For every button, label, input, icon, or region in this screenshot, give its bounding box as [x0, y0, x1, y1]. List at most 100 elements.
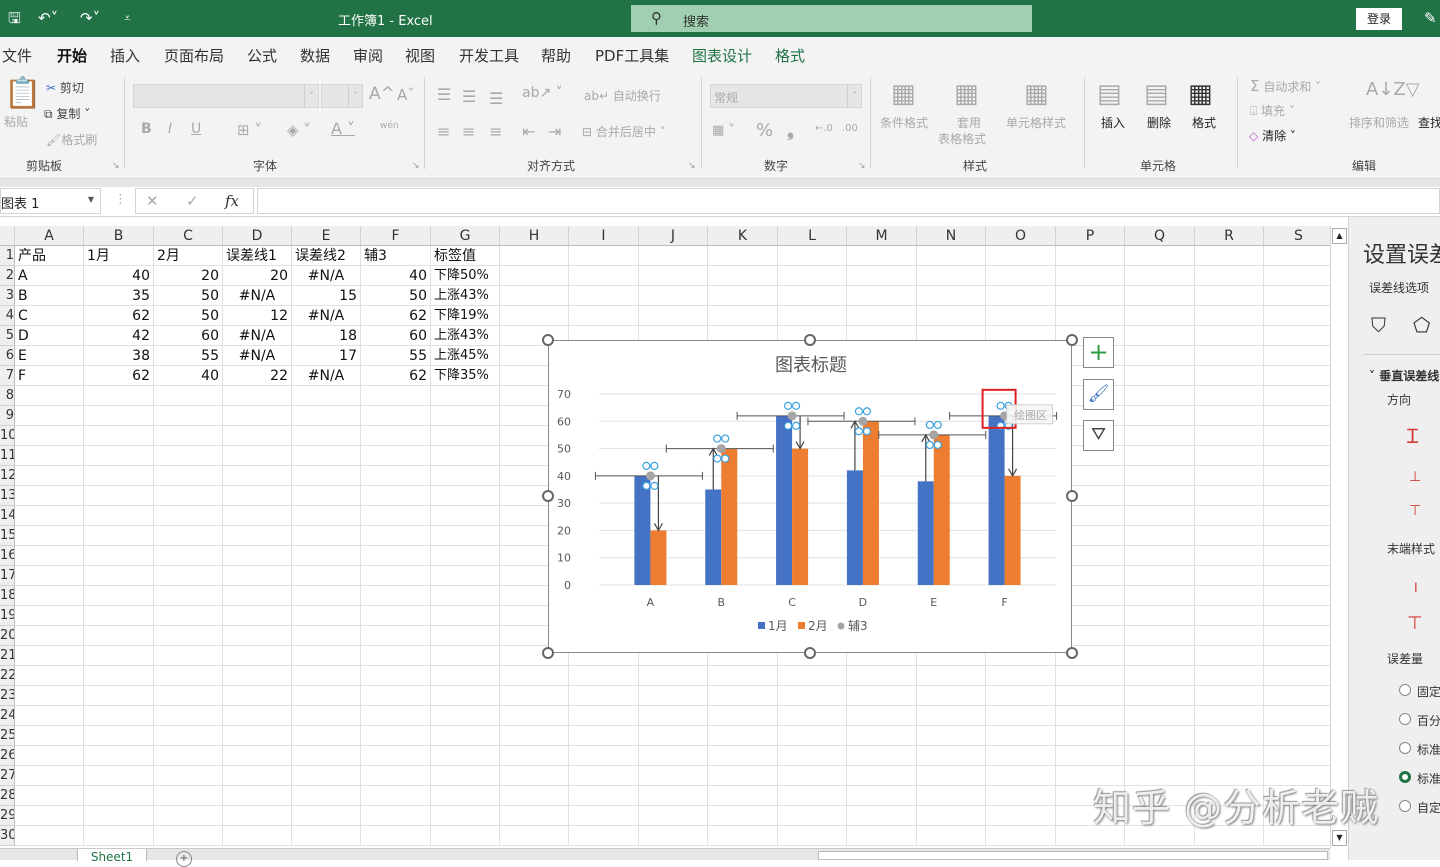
- cell[interactable]: [223, 546, 292, 566]
- shrink-font-button[interactable]: Aˇ: [397, 86, 415, 104]
- tab-format[interactable]: 格式: [775, 45, 805, 66]
- cell[interactable]: [639, 766, 708, 786]
- cell[interactable]: [569, 706, 639, 726]
- row-header[interactable]: 9: [0, 406, 15, 426]
- cell[interactable]: [708, 706, 778, 726]
- wrap-text-button[interactable]: ab↵ 自动换行: [584, 87, 661, 104]
- cell[interactable]: [778, 666, 847, 686]
- cell[interactable]: [361, 786, 431, 806]
- cell[interactable]: [917, 286, 986, 306]
- cell[interactable]: [569, 786, 639, 806]
- cell[interactable]: [778, 266, 847, 286]
- cell[interactable]: [431, 446, 500, 466]
- cell[interactable]: [500, 746, 569, 766]
- cell[interactable]: [292, 826, 361, 846]
- cell[interactable]: [292, 706, 361, 726]
- cell[interactable]: [1264, 346, 1330, 366]
- cell[interactable]: [1264, 266, 1330, 286]
- resize-handle[interactable]: [1066, 647, 1078, 659]
- cell[interactable]: [1125, 546, 1195, 566]
- cell[interactable]: [154, 606, 223, 626]
- cell[interactable]: [1195, 606, 1264, 626]
- cell[interactable]: [361, 586, 431, 606]
- cell[interactable]: [154, 386, 223, 406]
- cell[interactable]: [778, 826, 847, 846]
- cell[interactable]: [1195, 366, 1264, 386]
- error-amount-radio[interactable]: [1399, 800, 1411, 812]
- fill-button[interactable]: ⍗ 填充 ˅: [1250, 102, 1295, 119]
- cell[interactable]: 辅3: [361, 246, 431, 266]
- cell[interactable]: [639, 686, 708, 706]
- error-amount-option[interactable]: 标准误差: [1417, 770, 1440, 787]
- error-amount-radio[interactable]: [1399, 771, 1411, 783]
- cell[interactable]: [15, 466, 84, 486]
- cell[interactable]: [1264, 726, 1330, 746]
- cell[interactable]: [1125, 246, 1195, 266]
- cell[interactable]: [84, 506, 154, 526]
- cell[interactable]: [847, 246, 917, 266]
- cell[interactable]: [847, 666, 917, 686]
- cell[interactable]: [1264, 286, 1330, 306]
- cell[interactable]: [1264, 446, 1330, 466]
- cell[interactable]: [15, 446, 84, 466]
- cell[interactable]: [154, 766, 223, 786]
- format-as-table-icon[interactable]: ▦: [954, 79, 979, 109]
- cell[interactable]: 下降19%: [431, 306, 500, 326]
- accounting-icon[interactable]: ▦ ˅: [712, 123, 735, 138]
- cell[interactable]: 误差线1: [223, 246, 292, 266]
- cell[interactable]: [986, 746, 1056, 766]
- cell[interactable]: [1195, 266, 1264, 286]
- cell[interactable]: [292, 526, 361, 546]
- cell[interactable]: [84, 626, 154, 646]
- cell[interactable]: F: [15, 366, 84, 386]
- cell[interactable]: [569, 726, 639, 746]
- row-header[interactable]: 16: [0, 546, 15, 566]
- cell[interactable]: 下降50%: [431, 266, 500, 286]
- cell[interactable]: [986, 766, 1056, 786]
- confirm-icon[interactable]: ✓: [186, 192, 199, 210]
- cell[interactable]: #N/A: [223, 326, 292, 346]
- cell[interactable]: 12: [223, 306, 292, 326]
- cell[interactable]: [223, 806, 292, 826]
- cell[interactable]: [1056, 306, 1125, 326]
- align-center-icon[interactable]: ≡: [462, 122, 475, 141]
- cell[interactable]: [1264, 406, 1330, 426]
- error-amount-option[interactable]: 固定值: [1417, 683, 1440, 700]
- cell[interactable]: [1195, 666, 1264, 686]
- resize-handle[interactable]: [1066, 490, 1078, 502]
- cell[interactable]: [500, 666, 569, 686]
- cell[interactable]: [708, 826, 778, 846]
- cell[interactable]: [1195, 306, 1264, 326]
- cell[interactable]: [1125, 326, 1195, 346]
- cell[interactable]: 误差线2: [292, 246, 361, 266]
- cell[interactable]: [708, 246, 778, 266]
- cancel-icon[interactable]: ✕: [146, 192, 159, 210]
- cell[interactable]: [1264, 706, 1330, 726]
- no-cap-icon[interactable]: ╷: [1411, 573, 1421, 592]
- cell[interactable]: [361, 566, 431, 586]
- cell[interactable]: [223, 746, 292, 766]
- merge-center-button[interactable]: ⊟ 合并后居中 ˅: [582, 123, 666, 140]
- cell[interactable]: [361, 466, 431, 486]
- decrease-indent-icon[interactable]: ⇤: [522, 122, 535, 141]
- cell[interactable]: [778, 726, 847, 746]
- column-header[interactable]: K: [708, 226, 778, 246]
- cell[interactable]: [15, 766, 84, 786]
- cell[interactable]: [1264, 606, 1330, 626]
- cell[interactable]: [431, 826, 500, 846]
- cell[interactable]: 62: [84, 366, 154, 386]
- cell[interactable]: [500, 766, 569, 786]
- cell[interactable]: [847, 726, 917, 746]
- cell[interactable]: [1264, 466, 1330, 486]
- column-header[interactable]: L: [778, 226, 847, 246]
- cell[interactable]: [569, 806, 639, 826]
- cell[interactable]: [154, 486, 223, 506]
- cell[interactable]: [15, 646, 84, 666]
- italic-button[interactable]: I: [168, 121, 172, 137]
- underline-button[interactable]: U: [191, 121, 201, 137]
- cell[interactable]: [223, 726, 292, 746]
- cell[interactable]: [1125, 506, 1195, 526]
- cell[interactable]: [431, 766, 500, 786]
- cell[interactable]: C: [15, 306, 84, 326]
- cell[interactable]: [917, 806, 986, 826]
